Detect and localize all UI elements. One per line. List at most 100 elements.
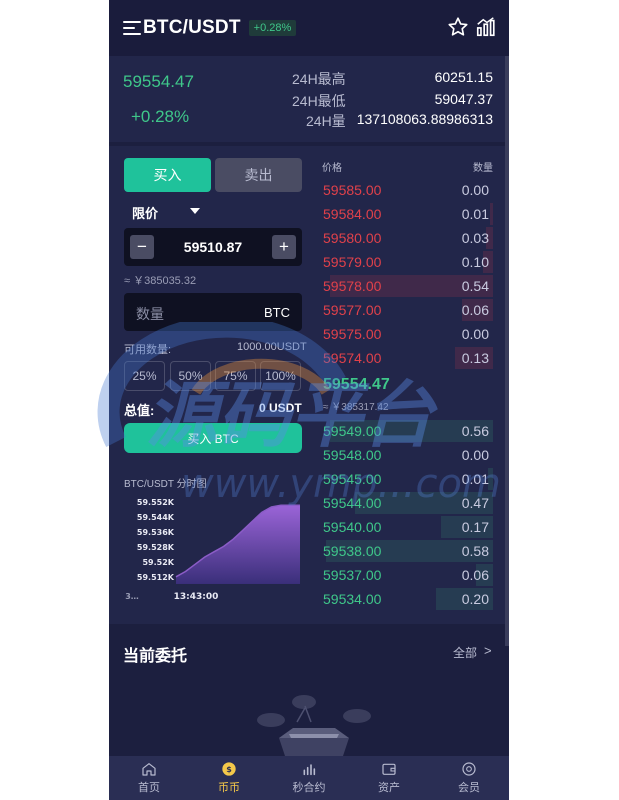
pair-title[interactable]: BTC/USDT bbox=[143, 17, 241, 39]
bid-row[interactable]: 59540.00 0.17 bbox=[321, 516, 493, 538]
chart-y-tick: 59.536K bbox=[137, 528, 175, 537]
chevron-right-icon[interactable]: > bbox=[484, 643, 492, 658]
tab-buy[interactable]: 买入 bbox=[124, 158, 211, 192]
percent-75-button[interactable]: 75% bbox=[215, 361, 256, 391]
bid-qty: 0.06 bbox=[461, 567, 489, 583]
chevron-down-icon[interactable] bbox=[190, 208, 200, 214]
total-label: 总值: bbox=[124, 403, 155, 418]
ask-qty: 0.13 bbox=[461, 350, 489, 366]
available-label: 可用数量: bbox=[124, 344, 172, 356]
quantity-field[interactable]: 数量 BTC bbox=[124, 293, 302, 331]
top-bar: BTC/USDT +0.28% bbox=[109, 0, 509, 56]
nav-contract[interactable]: 秒合约 bbox=[269, 756, 349, 800]
bid-price: 59549.00 bbox=[323, 423, 382, 439]
star-icon[interactable] bbox=[447, 16, 469, 38]
percent-100-button[interactable]: 100% bbox=[260, 361, 301, 391]
ask-row[interactable]: 59579.00 0.10 bbox=[321, 251, 493, 273]
price-increase-button[interactable]: + bbox=[272, 235, 296, 259]
price-input[interactable]: 59510.87 bbox=[160, 228, 266, 266]
quantity-unit: BTC bbox=[264, 305, 290, 320]
bid-row[interactable]: 59548.00 0.00 bbox=[321, 444, 493, 466]
ask-row[interactable]: 59584.00 0.01 bbox=[321, 203, 493, 225]
nav-coin[interactable]: $ 币币 bbox=[189, 756, 269, 800]
price-decrease-button[interactable]: − bbox=[130, 235, 154, 259]
stat-low-label: 24H最低 bbox=[292, 93, 346, 109]
ask-row[interactable]: 59575.00 0.00 bbox=[321, 323, 493, 345]
change-badge: +0.28% bbox=[248, 20, 297, 36]
nav-assets[interactable]: 资产 bbox=[349, 756, 429, 800]
ask-price: 59575.00 bbox=[323, 326, 382, 342]
chart-x-tick: 13:43:00 bbox=[174, 592, 219, 602]
ask-qty: 0.01 bbox=[461, 206, 489, 222]
ask-price: 59578.00 bbox=[323, 278, 382, 294]
menu-icon[interactable] bbox=[123, 21, 141, 35]
wallet-icon bbox=[382, 763, 396, 775]
chart-y-tick: 59.544K bbox=[137, 513, 175, 522]
stat-volume: 24H量 137108063.88986313 bbox=[306, 111, 493, 131]
ask-qty: 0.06 bbox=[461, 302, 489, 318]
coin-icon: $ bbox=[222, 762, 236, 776]
nav-home[interactable]: 首页 bbox=[109, 756, 189, 800]
ask-qty: 0.03 bbox=[461, 230, 489, 246]
bid-qty: 0.47 bbox=[461, 495, 489, 511]
chart-y-tick: 59.552K bbox=[137, 498, 175, 507]
ask-row[interactable]: 59578.00 0.54 bbox=[321, 275, 493, 297]
orderbook-price-header: 价格 bbox=[322, 163, 342, 174]
nav-coin-label: 币币 bbox=[218, 782, 240, 794]
stat-low-value: 59047.37 bbox=[434, 91, 493, 107]
ask-row[interactable]: 59577.00 0.06 bbox=[321, 299, 493, 321]
bid-price: 59545.00 bbox=[323, 471, 382, 487]
order-type-select[interactable]: 限价 bbox=[132, 203, 158, 222]
ask-price: 59574.00 bbox=[323, 350, 382, 366]
bid-price: 59537.00 bbox=[323, 567, 382, 583]
market-stats: 59554.47 +0.28% 24H最高 60251.15 24H最低 590… bbox=[109, 56, 509, 142]
chart-x-tick: 3… bbox=[125, 592, 139, 601]
stat-high-label: 24H最高 bbox=[292, 71, 346, 87]
bid-row[interactable]: 59549.00 0.56 bbox=[321, 420, 493, 442]
home-icon bbox=[142, 763, 156, 776]
view-all-link[interactable]: 全部 bbox=[453, 644, 477, 661]
tab-sell[interactable]: 卖出 bbox=[215, 158, 302, 192]
stat-high: 24H最高 60251.15 bbox=[292, 69, 493, 89]
orderbook-qty-header: 数量 bbox=[473, 163, 493, 174]
bid-price: 59538.00 bbox=[323, 543, 382, 559]
ask-row[interactable]: 59585.00 0.00 bbox=[321, 179, 493, 201]
bid-qty: 0.56 bbox=[461, 423, 489, 439]
nav-member-label: 会员 bbox=[458, 782, 480, 794]
change-percent: +0.28% bbox=[131, 107, 190, 126]
ask-price: 59585.00 bbox=[323, 182, 382, 198]
stat-vol-label: 24H量 bbox=[306, 113, 346, 129]
bid-price: 59534.00 bbox=[323, 591, 382, 607]
ask-price: 59584.00 bbox=[323, 206, 382, 222]
member-icon bbox=[462, 762, 476, 776]
nav-assets-label: 资产 bbox=[378, 782, 400, 794]
ask-row[interactable]: 59580.00 0.03 bbox=[321, 227, 493, 249]
bid-row[interactable]: 59538.00 0.58 bbox=[321, 540, 493, 562]
current-orders-title: 当前委托 bbox=[123, 648, 188, 665]
mid-price-cny: ≈ ￥385317.42 bbox=[323, 402, 389, 413]
scrollbar[interactable] bbox=[505, 56, 509, 646]
percent-50-button[interactable]: 50% bbox=[170, 361, 211, 391]
percent-25-button[interactable]: 25% bbox=[124, 361, 165, 391]
nav-member[interactable]: 会员 bbox=[429, 756, 509, 800]
nav-home-label: 首页 bbox=[138, 782, 160, 794]
kline-chart-icon[interactable] bbox=[475, 16, 497, 38]
bottom-nav: 首页 $ 币币 秒合约 资产 会员 bbox=[109, 756, 509, 800]
bid-qty: 0.58 bbox=[461, 543, 489, 559]
ask-depth-bar bbox=[490, 203, 493, 225]
nav-contract-label: 秒合约 bbox=[292, 782, 326, 794]
buy-btc-button[interactable]: 买入 BTC bbox=[124, 423, 302, 453]
price-stepper: − 59510.87 + bbox=[124, 228, 302, 266]
bid-row[interactable]: 59534.00 0.20 bbox=[321, 588, 493, 610]
stat-vol-value: 137108063.88986313 bbox=[356, 111, 493, 127]
ask-row[interactable]: 59574.00 0.13 bbox=[321, 347, 493, 369]
bid-row[interactable]: 59537.00 0.06 bbox=[321, 564, 493, 586]
bid-qty: 0.17 bbox=[461, 519, 489, 535]
bid-row[interactable]: 59544.00 0.47 bbox=[321, 492, 493, 514]
mini-area-chart: 59.552K 59.544K 59.536K 59.528K 59.52K 59.512… bbox=[125, 498, 300, 602]
bid-price: 59540.00 bbox=[323, 519, 382, 535]
bid-row[interactable]: 59545.00 0.01 bbox=[321, 468, 493, 490]
mini-chart-title: BTC/USDT 分时图 bbox=[124, 479, 207, 490]
bid-qty: 0.20 bbox=[461, 591, 489, 607]
bid-price: 59544.00 bbox=[323, 495, 382, 511]
